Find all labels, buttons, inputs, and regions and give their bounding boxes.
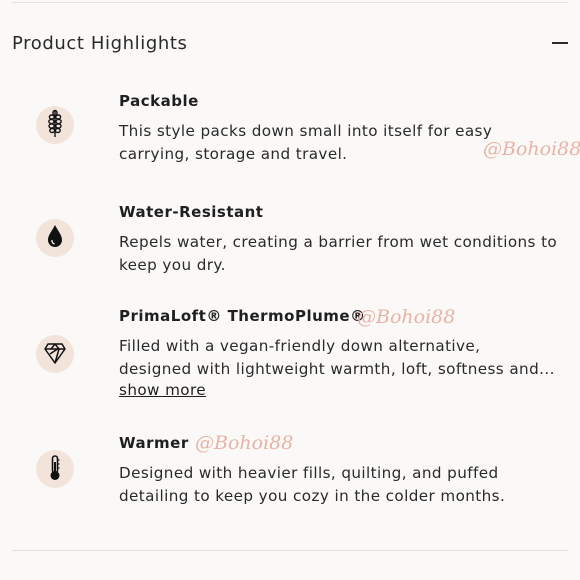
feature-title: PrimaLoft® ThermoPlume® (119, 307, 366, 325)
bottom-divider (12, 550, 568, 551)
feature-title: Warmer (119, 434, 189, 452)
feature-description: Designed with heavier fills, quilting, a… (119, 462, 571, 508)
feature-title: Packable (119, 92, 199, 110)
description-line: designed with lightweight warmth, loft, … (119, 360, 555, 378)
description-line: detailing to keep you cozy in the colder… (119, 487, 506, 505)
thermometer-icon (50, 455, 60, 480)
feature-description: Repels water, creating a barrier from we… (119, 231, 571, 277)
product-highlights-header[interactable]: Product Highlights (12, 28, 568, 58)
watermark-text: @Bohoi88 (195, 432, 294, 454)
water-drop-icon (48, 225, 62, 247)
watermark-text: @Bohoi88 (483, 138, 580, 160)
product-highlights-panel: Product Highlights Packable This style p… (0, 0, 580, 580)
primaloft-icon-badge (36, 335, 74, 373)
watermark-text: @Bohoi88 (357, 306, 456, 328)
packable-icon-badge (36, 106, 74, 144)
section-title: Product Highlights (12, 32, 188, 54)
feature-diamond-icon (44, 343, 66, 364)
top-divider (12, 2, 568, 3)
feature-title: Water-Resistant (119, 203, 264, 221)
description-line: keep you dry. (119, 256, 226, 274)
lavender-sprig-icon (48, 109, 62, 137)
feature-description: Filled with a vegan-friendly down altern… (119, 335, 571, 381)
description-line: Designed with heavier fills, quilting, a… (119, 464, 499, 482)
collapse-minus-icon[interactable] (552, 35, 568, 51)
description-line: Repels water, creating a barrier from we… (119, 233, 558, 251)
water-resistant-icon-badge (36, 219, 74, 257)
warmer-icon-badge (36, 450, 74, 488)
description-line: Filled with a vegan-friendly down altern… (119, 337, 481, 355)
show-more-link[interactable]: show more (119, 381, 206, 399)
